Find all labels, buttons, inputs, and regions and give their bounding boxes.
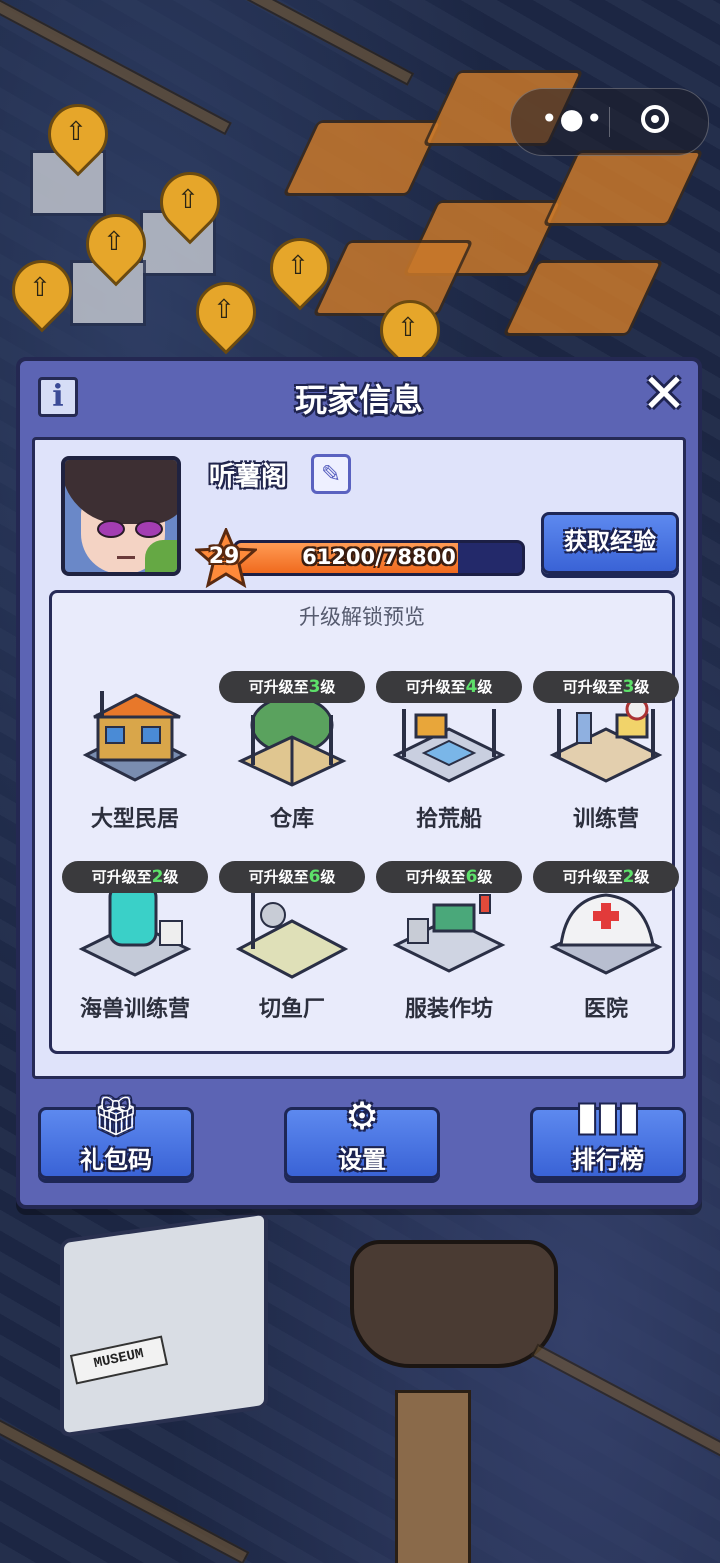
leaderboard-label: 排行榜 <box>572 1146 644 1174</box>
avatar-leaf <box>145 540 177 572</box>
gift-code-button[interactable]: 🎁︎ 礼包码 <box>38 1094 194 1179</box>
building-name: 医院 <box>583 997 628 1022</box>
avatar[interactable] <box>61 456 181 576</box>
tower-building <box>395 1390 471 1563</box>
pier <box>530 1343 720 1471</box>
upgrade-badge: 可升级至2级 <box>533 861 679 893</box>
building-name: 训练营 <box>572 807 639 832</box>
boat-building <box>350 1240 558 1368</box>
xp-progress-bar: 61200/78800 <box>233 540 525 576</box>
settings-label: 设置 <box>338 1146 386 1174</box>
edit-name-pencil-icon[interactable]: ✎ <box>311 454 351 494</box>
upgrade-badge: 可升级至6级 <box>376 861 522 893</box>
tent-structure <box>542 150 704 226</box>
building-tile-fish-factory[interactable]: 可升级至6级 切鱼厂 <box>217 855 367 1037</box>
pier <box>209 0 415 86</box>
building-tile-hospital[interactable]: 可升级至2级 医院 <box>531 855 681 1037</box>
player-info-dialog: i 玩家信息 ✕ 听薯阁 ✎ 61200/78800 29 获取经验 升级解锁预… <box>16 357 702 1209</box>
building-name: 海兽训练营 <box>79 997 190 1022</box>
building-tile-training-camp[interactable]: 可升级至3级 训练营 <box>531 665 681 847</box>
close-icon[interactable]: ✕ <box>640 367 688 421</box>
building-name: 仓库 <box>269 807 314 832</box>
player-panel: 听薯阁 ✎ 61200/78800 29 获取经验 升级解锁预览 大型民居 可升… <box>32 437 686 1079</box>
building-tile-clothing-workshop[interactable]: 可升级至6级 服装作坊 <box>374 855 524 1037</box>
gear-icon: ⚙ <box>344 1094 380 1138</box>
museum-building <box>60 1210 268 1438</box>
upgrade-arrow-pin-icon[interactable]: ⇧ <box>183 269 269 355</box>
building-tile-sea-beast-camp[interactable]: 可升级至2级 海兽训练营 <box>60 855 210 1037</box>
building-name: 服装作坊 <box>404 997 493 1022</box>
avatar-eye <box>97 520 125 538</box>
building-tile-scavenger-boat[interactable]: 可升级至4级 拾荒船 <box>374 665 524 847</box>
gift-icon: 🎁︎ <box>91 1094 141 1138</box>
avatar-eye <box>135 520 163 538</box>
leaderboard-button[interactable]: ▮▮▮ 排行榜 <box>530 1094 686 1179</box>
preview-title: 升级解锁预览 <box>299 605 425 629</box>
settings-button[interactable]: ⚙ 设置 <box>284 1094 440 1179</box>
building-tile-warehouse[interactable]: 可升级至3级 仓库 <box>217 665 367 847</box>
xp-text: 61200/78800 <box>302 545 456 569</box>
avatar-mouth <box>117 556 135 559</box>
building-tile-large-house[interactable]: 大型民居 <box>60 665 210 847</box>
building-name: 大型民居 <box>90 807 179 832</box>
pier <box>0 1409 250 1563</box>
player-level: 29 <box>208 544 240 569</box>
capsule-divider <box>609 107 610 137</box>
dialog-title: 玩家信息 <box>294 381 423 419</box>
avatar-hair <box>65 460 177 524</box>
upgrade-badge: 可升级至2级 <box>62 861 208 893</box>
tent-structure <box>282 120 444 196</box>
building-name: 拾荒船 <box>415 807 482 832</box>
get-exp-button[interactable]: 获取经验 <box>541 512 679 574</box>
miniprogram-capsule: •●• <box>510 88 709 156</box>
upgrade-badge: 可升级至3级 <box>533 671 679 703</box>
house-building-icon <box>82 691 188 782</box>
dialog-header: i 玩家信息 ✕ <box>20 361 698 433</box>
upgrade-badge: 可升级至4级 <box>376 671 522 703</box>
upgrade-badge: 可升级至6级 <box>219 861 365 893</box>
upgrade-unlock-preview: 升级解锁预览 大型民居 可升级至3级 仓库 可升级至4级 拾荒船 可升级至3级 … <box>49 590 679 1054</box>
player-name: 听薯阁 <box>209 462 288 492</box>
gift-code-label: 礼包码 <box>80 1146 152 1174</box>
upgrade-badge: 可升级至3级 <box>219 671 365 703</box>
building-name: 切鱼厂 <box>258 997 325 1022</box>
pier <box>0 0 232 136</box>
building-grid: 大型民居 可升级至3级 仓库 可升级至4级 拾荒船 可升级至3级 训练营 可升级… <box>60 665 679 1037</box>
more-menu-icon[interactable]: •●• <box>541 105 604 133</box>
close-miniprogram-icon[interactable] <box>641 105 669 133</box>
bar-chart-icon: ▮▮▮ <box>576 1094 640 1138</box>
